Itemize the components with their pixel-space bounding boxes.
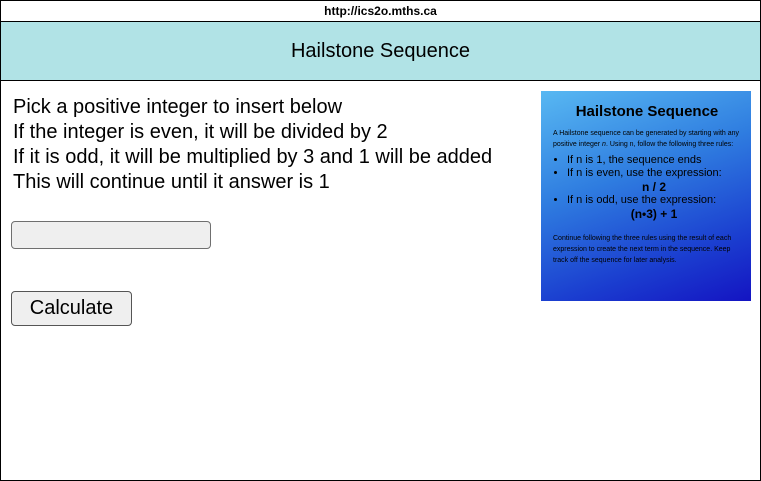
instruction-line: Pick a positive integer to insert below [13, 96, 343, 118]
instruction-line: If the integer is even, it will be divid… [13, 121, 388, 143]
intro-text: . Using n, follow the following three ru… [605, 141, 734, 148]
rule-expression: n / 2 [641, 180, 666, 194]
page-header: Hailstone Sequence [1, 22, 760, 81]
page-title: Hailstone Sequence [290, 40, 470, 62]
calculate-button[interactable]: Calculate [11, 291, 132, 326]
rule-item: If n is 1, the sequence ends [567, 154, 741, 167]
instruction-line: If it is odd, it will be multiplied by 3… [13, 146, 493, 168]
rule-text: If n is odd, use the expression: [567, 194, 717, 206]
info-card-intro: A Hailstone sequence can be generated by… [553, 128, 741, 150]
instructions: Pick a positive integer to insert below … [13, 95, 533, 195]
rule-item: If n is even, use the expression: n / 2 [567, 167, 741, 194]
rule-list: If n is 1, the sequence ends If n is eve… [553, 154, 741, 221]
url-bar: http://ics2o.mths.ca [1, 1, 760, 22]
integer-input[interactable] [11, 221, 211, 249]
browser-window: http://ics2o.mths.ca Hailstone Sequence … [0, 0, 761, 481]
rule-expression: (n•3) + 1 [630, 207, 678, 221]
rule-item: If n is odd, use the expression: (n•3) +… [567, 194, 741, 221]
hailstone-info-card: Hailstone Sequence A Hailstone sequence … [541, 91, 751, 301]
rule-text: If n is even, use the expression: [567, 167, 722, 179]
info-card-title: Hailstone Sequence [575, 103, 719, 120]
info-card-outro: Continue following the three rules using… [553, 235, 732, 264]
rule-text: If n is 1, the sequence ends [567, 154, 702, 166]
instruction-line: This will continue until it answer is 1 [13, 171, 330, 193]
